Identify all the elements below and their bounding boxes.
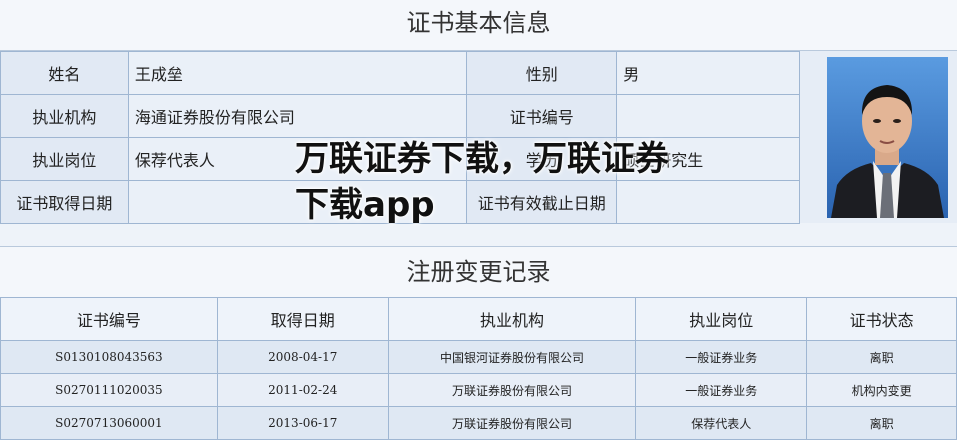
table-row: S0270713060001 2013-06-17 万联证券股份有限公司 保荐代… xyxy=(0,406,957,440)
watermark-overlay: 万联证券下载，万联证券下载app xyxy=(295,139,669,225)
cert-no-value xyxy=(616,94,800,138)
cert-info-title: 证书基本信息 xyxy=(0,0,957,51)
gender-label: 性别 xyxy=(466,51,618,95)
cell-org: 万联证券股份有限公司 xyxy=(387,373,637,407)
cell-status: 机构内变更 xyxy=(806,373,957,407)
col-header-cert-no: 证书编号 xyxy=(0,297,218,341)
cell-position: 一般证券业务 xyxy=(635,340,808,374)
cell-org: 中国银河证券股份有限公司 xyxy=(387,340,637,374)
cert-no-label: 证书编号 xyxy=(466,94,618,138)
position-label: 执业岗位 xyxy=(0,137,129,181)
profile-photo xyxy=(827,57,948,218)
name-value: 王成垒 xyxy=(127,51,468,95)
gender-value: 男 xyxy=(616,51,800,95)
name-label: 姓名 xyxy=(0,51,129,95)
cell-position: 一般证券业务 xyxy=(635,373,808,407)
col-header-org: 执业机构 xyxy=(387,297,637,341)
cell-obtain-date: 2011-02-24 xyxy=(216,373,389,407)
col-header-status: 证书状态 xyxy=(806,297,957,341)
cell-status: 离职 xyxy=(806,406,957,440)
registration-title: 注册变更记录 xyxy=(0,246,957,298)
registration-table: 证书编号 取得日期 执业机构 执业岗位 证书状态 S0130108043563 … xyxy=(0,297,957,440)
table-row: S0270111020035 2011-02-24 万联证券股份有限公司 一般证… xyxy=(0,373,957,407)
table-row: S0130108043563 2008-04-17 中国银河证券股份有限公司 一… xyxy=(0,340,957,374)
cell-cert-no: S0270111020035 xyxy=(0,373,218,407)
cell-obtain-date: 2008-04-17 xyxy=(216,340,389,374)
col-header-obtain-date: 取得日期 xyxy=(216,297,389,341)
cell-cert-no: S0130108043563 xyxy=(0,340,218,374)
col-header-position: 执业岗位 xyxy=(635,297,808,341)
cell-obtain-date: 2013-06-17 xyxy=(216,406,389,440)
cell-position: 保荐代表人 xyxy=(635,406,808,440)
cell-cert-no: S0270713060001 xyxy=(0,406,218,440)
org-value: 海通证券股份有限公司 xyxy=(127,94,468,138)
obtain-date-label: 证书取得日期 xyxy=(0,180,129,224)
cell-org: 万联证券股份有限公司 xyxy=(387,406,637,440)
org-label: 执业机构 xyxy=(0,94,129,138)
cell-status: 离职 xyxy=(806,340,957,374)
